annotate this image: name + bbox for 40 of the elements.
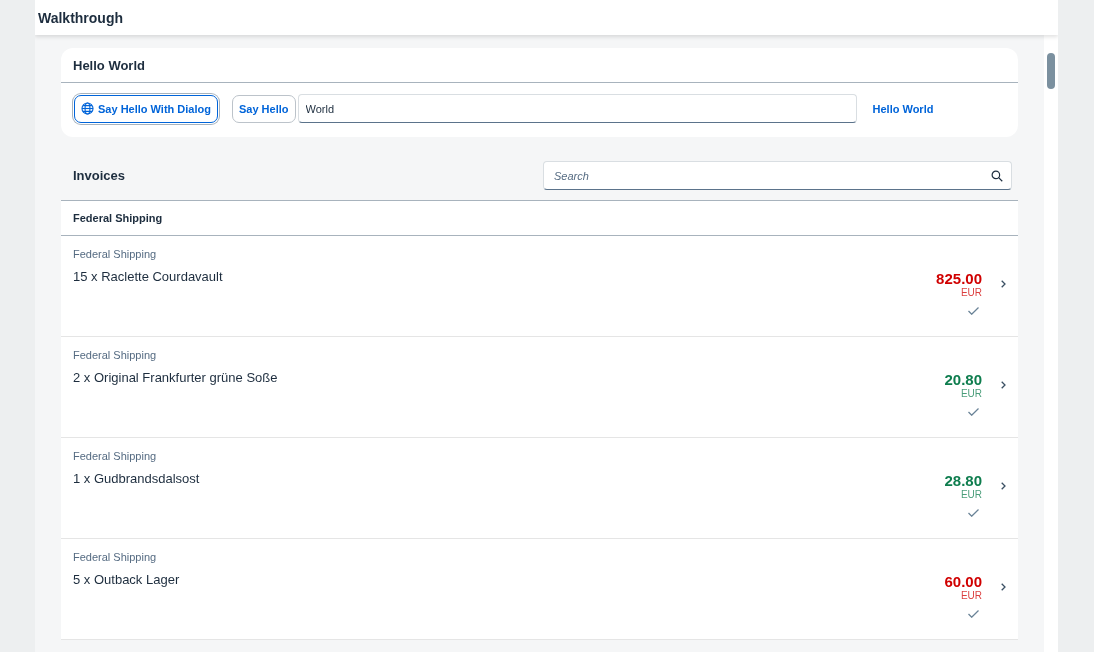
app-title: Walkthrough bbox=[38, 9, 124, 26]
currency-label: EUR bbox=[960, 590, 982, 601]
group-title: Federal Shipping bbox=[73, 212, 163, 224]
invoice-amount: 20.80 bbox=[944, 371, 982, 388]
invoice-amount: 825.00 bbox=[936, 270, 982, 287]
invoice-title: 1 x Gudbrandsdalsost bbox=[73, 471, 201, 486]
chevron-right-icon bbox=[1001, 482, 1006, 490]
invoice-amount: 28.80 bbox=[944, 472, 982, 489]
currency-label: EUR bbox=[960, 388, 982, 399]
invoice-title: 15 x Raclette Courdavault bbox=[73, 269, 224, 284]
greeting-link[interactable]: Hello World bbox=[872, 102, 934, 115]
checkmark-icon bbox=[968, 509, 979, 517]
invoice-list-item[interactable]: Federal Shipping 2 x Original Frankfurter grüne Soße 20.80 EUR bbox=[61, 337, 1018, 438]
invoice-list-item[interactable]: Federal Shipping 15 x Raclette Courdavault 825.00 EUR bbox=[61, 236, 1018, 337]
search-icon[interactable] bbox=[991, 169, 1003, 182]
invoice-title: 5 x Outback Lager bbox=[73, 572, 181, 587]
chevron-right-icon bbox=[1001, 280, 1006, 288]
chevron-right-icon bbox=[1001, 583, 1006, 591]
shipper-name: Federal Shipping bbox=[73, 248, 158, 260]
shipper-name: Federal Shipping bbox=[73, 450, 158, 462]
invoice-amount: 60.00 bbox=[944, 573, 982, 590]
shipper-name: Federal Shipping bbox=[73, 551, 158, 563]
invoice-list-item[interactable]: Federal Shipping 5 x Outback Lager 60.00 EUR bbox=[61, 539, 1018, 640]
invoices-title: Invoices bbox=[73, 168, 126, 183]
panel-title: Hello World bbox=[73, 57, 145, 73]
checkmark-icon bbox=[968, 307, 979, 315]
checkmark-icon bbox=[968, 408, 979, 416]
search-input[interactable]: Search bbox=[552, 168, 991, 183]
shipper-name: Federal Shipping bbox=[73, 349, 158, 361]
chevron-right-icon bbox=[1001, 381, 1006, 389]
globe-icon bbox=[81, 102, 94, 115]
invoice-list-item[interactable]: Federal Shipping 1 x Gudbrandsdalsost 28.80 EUR bbox=[61, 438, 1018, 539]
currency-label: EUR bbox=[960, 287, 982, 298]
search-field[interactable]: Search bbox=[543, 161, 1012, 190]
currency-label: EUR bbox=[960, 489, 982, 500]
checkmark-icon bbox=[968, 610, 979, 618]
say-hello-button[interactable]: Say Hello bbox=[232, 94, 296, 123]
invoice-title: 2 x Original Frankfurter grüne Soße bbox=[73, 370, 279, 385]
name-input-field[interactable]: World bbox=[297, 94, 857, 123]
say-hello-dialog-button[interactable]: Say Hello With Dialog bbox=[74, 94, 218, 123]
